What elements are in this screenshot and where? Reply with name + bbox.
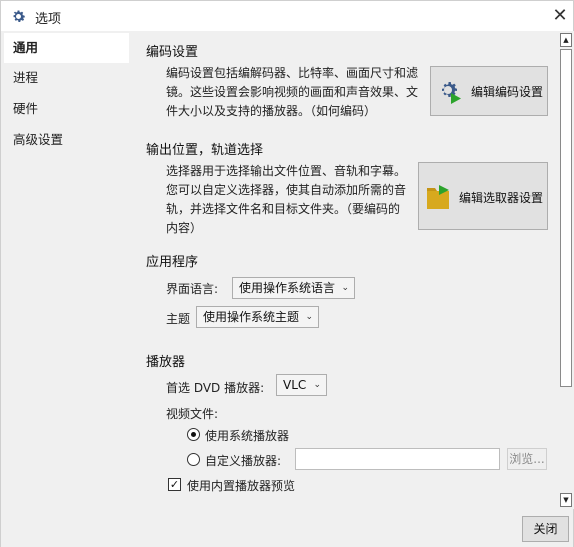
custom-player-label: 自定义播放器: [205, 454, 282, 468]
sidebar: 通用 进程 硬件 高级设置 [1, 31, 132, 509]
encoding-description: 编码设置包括编解码器、比特率、画面尺寸和滤 镜。这些设置会影响视频的画面和声音效… [166, 64, 418, 121]
output-desc-line: 选择器用于选择输出文件位置、音轨和字幕。 [166, 164, 407, 178]
chevron-down-icon: ⌄ [305, 312, 313, 322]
vertical-scrollbar[interactable]: ▲ ▼ [558, 31, 574, 509]
scroll-down-icon[interactable]: ▼ [560, 493, 572, 507]
system-player-radio[interactable] [187, 428, 200, 441]
encoding-section-title: 编码设置 [146, 45, 199, 60]
chevron-down-icon: ⌄ [341, 283, 349, 293]
sidebar-item-hardware[interactable]: 硬件 [4, 94, 129, 124]
language-select[interactable]: 使用操作系统语言 ⌄ [232, 277, 355, 299]
sidebar-item-general[interactable]: 通用 [4, 33, 129, 63]
encoding-settings-icon [442, 82, 461, 104]
dvd-player-label: 首选 DVD 播放器: [166, 381, 265, 395]
gear-icon [13, 10, 26, 22]
edit-encoding-label: 编辑编码设置 [471, 85, 544, 99]
scroll-thumb[interactable] [560, 49, 572, 387]
app-section-title: 应用程序 [146, 255, 199, 270]
video-files-label: 视频文件: [166, 407, 219, 421]
output-section-title: 输出位置，轨道选择 [146, 143, 264, 158]
edit-encoding-button[interactable]: 编辑编码设置 [430, 66, 548, 116]
browse-button[interactable]: 浏览... [507, 448, 547, 470]
chevron-down-icon: ⌄ [313, 380, 321, 390]
sidebar-item-process[interactable]: 进程 [4, 63, 129, 93]
edit-selector-button[interactable]: 编辑选取器设置 [418, 162, 548, 230]
dvd-player-select[interactable]: VLC ⌄ [276, 374, 327, 396]
player-section-title: 播放器 [146, 355, 186, 370]
encoding-desc-line: 编码设置包括编解码器、比特率、画面尺寸和滤 [166, 66, 419, 80]
encoding-desc-line: 镜。这些设置会影响视频的画面和声音效果、文 [166, 85, 419, 99]
custom-player-radio[interactable] [187, 453, 200, 466]
language-select-value: 使用操作系统语言 [239, 281, 336, 295]
edit-selector-label: 编辑选取器设置 [459, 191, 544, 205]
dvd-player-select-value: VLC [283, 378, 307, 392]
sidebar-item-advanced[interactable]: 高级设置 [4, 125, 129, 155]
preview-label: 使用内置播放器预览 [187, 479, 296, 493]
output-desc-line: 内容） [166, 221, 203, 235]
output-desc-line: 您可以自定义选择器，使其自动添加所需的音 [166, 183, 407, 197]
theme-label: 主题 [166, 312, 191, 326]
output-desc-line: 轨，并选择文件名和目标文件夹。（要编码的 [166, 202, 401, 216]
dialog-footer: 关闭 [1, 509, 573, 547]
title-bar: 选项 ✕ [1, 1, 573, 31]
options-window: 选项 ✕ 通用 进程 硬件 高级设置 编码设置 编码设置包括编解码器、比特率、画… [0, 0, 574, 547]
language-label: 界面语言: [166, 282, 219, 296]
theme-select[interactable]: 使用操作系统主题 ⌄ [196, 306, 319, 328]
theme-select-value: 使用操作系统主题 [203, 310, 300, 324]
close-icon[interactable]: ✕ [550, 6, 570, 26]
output-description: 选择器用于选择输出文件位置、音轨和字幕。 您可以自定义选择器，使其自动添加所需的… [166, 162, 406, 238]
folder-icon [427, 185, 449, 209]
custom-player-path-input[interactable] [295, 448, 500, 470]
preview-checkbox[interactable]: ✓ [168, 478, 181, 491]
encoding-desc-line: 件大小以及支持的播放器。（如何编码） [166, 104, 377, 118]
close-button[interactable]: 关闭 [522, 516, 569, 542]
settings-panel: 编码设置 编码设置包括编解码器、比特率、画面尺寸和滤 镜。这些设置会影响视频的画… [132, 31, 558, 509]
scroll-up-icon[interactable]: ▲ [560, 33, 572, 47]
window-title: 选项 [35, 12, 62, 27]
system-player-label: 使用系统播放器 [205, 429, 290, 443]
